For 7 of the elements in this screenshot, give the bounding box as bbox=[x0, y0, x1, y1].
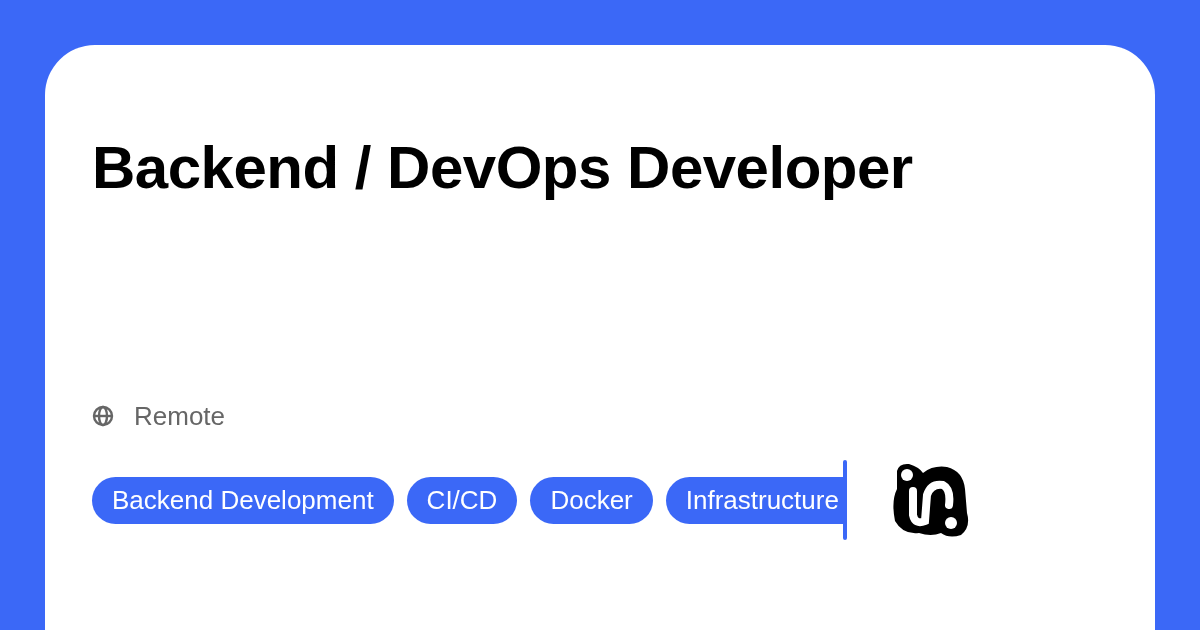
job-title: Backend / DevOps Developer bbox=[92, 133, 914, 203]
skill-tag: Infrastructure bbox=[665, 476, 843, 524]
skill-tag: CI/CD bbox=[406, 476, 518, 524]
skill-tag: Docker bbox=[530, 476, 653, 524]
globe-icon bbox=[92, 405, 114, 427]
location-text: Remote bbox=[134, 400, 226, 433]
skill-tag: Backend Development bbox=[92, 476, 394, 524]
